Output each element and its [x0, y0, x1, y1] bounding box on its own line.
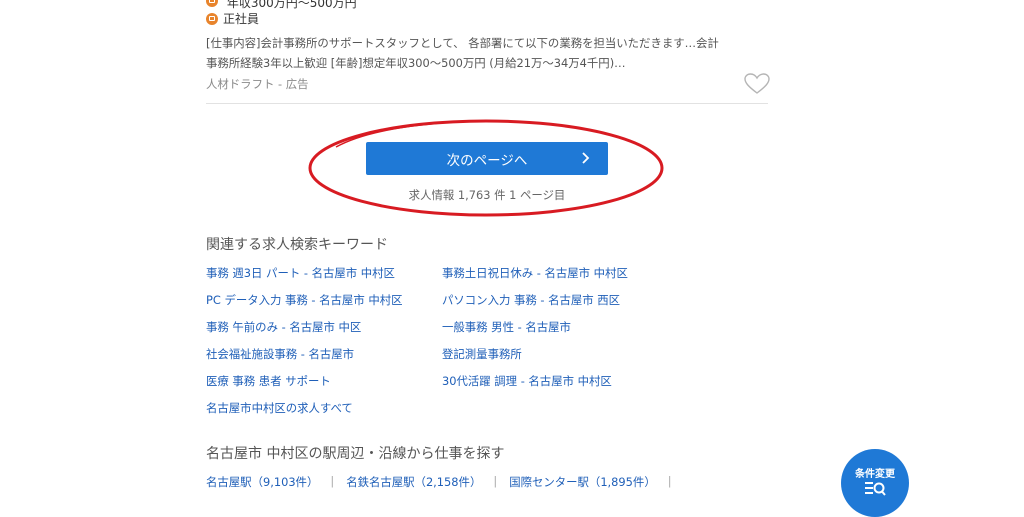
filter-search-icon: [865, 482, 886, 496]
keyword-link[interactable]: 30代活躍 調理 - 名古屋市 中村区: [442, 373, 612, 389]
heart-icon[interactable]: [744, 73, 770, 95]
chevron-right-icon: [582, 152, 590, 164]
change-conditions-label: 条件変更: [855, 469, 895, 480]
separator: |: [667, 474, 672, 488]
description-line: 事務所経験3年以上歓迎 [年齢]想定年収300〜500万円 (月給21万〜34万…: [206, 56, 626, 70]
station-link[interactable]: 名鉄名古屋駅（2,158件）: [346, 474, 481, 490]
keyword-link[interactable]: 事務土日祝日休み - 名古屋市 中村区: [442, 265, 628, 281]
station-list: 名古屋駅（9,103件） | 名鉄名古屋駅（2,158件） | 国際センター駅（…: [206, 474, 684, 490]
station-link[interactable]: 名古屋駅（9,103件）: [206, 474, 318, 490]
employment-type-text: 正社員: [223, 12, 260, 26]
briefcase-icon: [206, 12, 218, 25]
salary-row: 年収300万円〜500万円: [206, 0, 357, 10]
next-page-label: 次のページへ: [446, 152, 528, 169]
keyword-link[interactable]: 社会福祉施設事務 - 名古屋市: [206, 346, 354, 362]
job-description: [仕事内容]会計事務所のサポートスタッフとして、 各部署にて以下の業務を担当いた…: [206, 33, 768, 73]
salary-icon: [206, 0, 218, 7]
separator: |: [493, 474, 498, 488]
keyword-link[interactable]: 一般事務 男性 - 名古屋市: [442, 319, 571, 335]
stations-title: 名古屋市 中村区の駅周辺・沿線から仕事を探す: [206, 446, 505, 462]
ad-source: 人材ドラフト - 広告: [206, 77, 309, 91]
keyword-link[interactable]: PC データ入力 事務 - 名古屋市 中村区: [206, 292, 403, 308]
related-keywords-title: 関連する求人検索キーワード: [206, 237, 388, 253]
next-page-button[interactable]: 次のページへ: [366, 142, 608, 175]
keyword-link[interactable]: 医療 事務 患者 サポート: [206, 373, 331, 389]
divider: [206, 103, 768, 104]
separator: |: [330, 474, 335, 488]
description-line: [仕事内容]会計事務所のサポートスタッフとして、 各部署にて以下の業務を担当いた…: [206, 36, 719, 50]
keyword-link[interactable]: 事務 週3日 パート - 名古屋市 中村区: [206, 265, 395, 281]
change-conditions-button[interactable]: 条件変更: [841, 449, 909, 517]
salary-text: 年収300万円〜500万円: [226, 0, 357, 10]
keyword-link-all-jobs[interactable]: 名古屋市中村区の求人すべて: [206, 400, 353, 416]
employment-type-row: 正社員: [206, 10, 259, 27]
keyword-link[interactable]: 登記測量事務所: [442, 346, 522, 362]
station-link[interactable]: 国際センター駅（1,895件）: [509, 474, 656, 490]
pagination-info: 求人情報 1,763 件 1 ページ目: [408, 188, 566, 202]
keyword-link[interactable]: 事務 午前のみ - 名古屋市 中区: [206, 319, 361, 335]
keyword-link[interactable]: パソコン入力 事務 - 名古屋市 西区: [442, 292, 620, 308]
